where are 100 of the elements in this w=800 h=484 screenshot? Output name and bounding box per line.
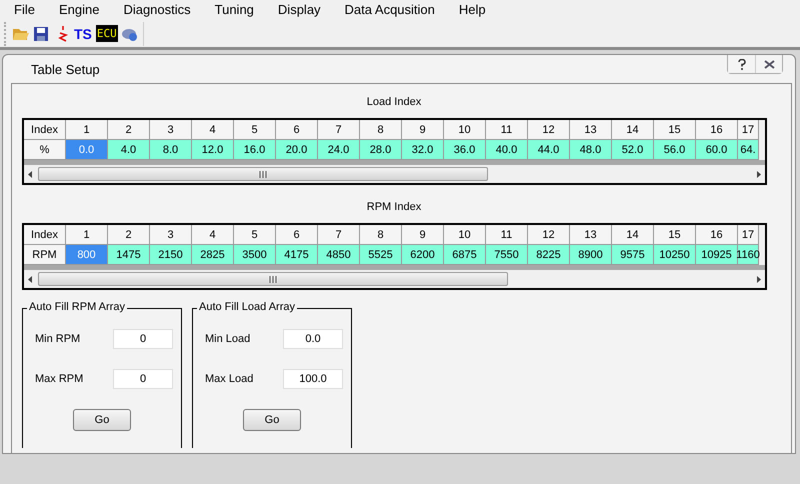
header-cell: 11: [486, 120, 528, 140]
field-label: Max RPM: [35, 373, 84, 385]
header-cell: 7: [318, 225, 360, 245]
value-cell[interactable]: 6875: [444, 245, 486, 265]
value-cell[interactable]: 8225: [528, 245, 570, 265]
header-cell: 6: [276, 120, 318, 140]
header-cell: 8: [360, 225, 402, 245]
header-cell: 4: [192, 120, 234, 140]
group-title: Auto Fill RPM Array: [27, 301, 127, 313]
field-label: Min Load: [205, 333, 252, 345]
scroll-right-icon[interactable]: [757, 276, 761, 282]
header-cell: 9: [402, 225, 444, 245]
menu-item[interactable]: Data Acqusition: [336, 0, 443, 20]
input-field[interactable]: 0.0: [283, 329, 343, 349]
header-cell: 15: [654, 120, 696, 140]
go-button[interactable]: Go: [243, 409, 301, 431]
header-cell: 3: [150, 225, 192, 245]
help-icon: [738, 58, 746, 70]
menu-item[interactable]: Help: [450, 0, 494, 20]
scroll-left-icon[interactable]: [28, 276, 32, 282]
value-cell[interactable]: 7550: [486, 245, 528, 265]
value-cell[interactable]: 1475: [108, 245, 150, 265]
header-cell: 14: [612, 120, 654, 140]
value-cell[interactable]: 4850: [318, 245, 360, 265]
header-cell: 13: [570, 225, 612, 245]
window-title: Table Setup: [31, 62, 100, 76]
go-button[interactable]: Go: [73, 409, 131, 431]
grip-icon: [259, 170, 267, 178]
header-cell: 2: [108, 120, 150, 140]
value-cell[interactable]: 5525: [360, 245, 402, 265]
value-cell[interactable]: 9575: [612, 245, 654, 265]
header-cell: 16: [696, 225, 738, 245]
value-cell[interactable]: 52.0: [612, 140, 654, 160]
value-cell[interactable]: 48.0: [570, 140, 612, 160]
header-cell: 8: [360, 120, 402, 140]
table-title: Load Index: [366, 96, 422, 110]
value-cell[interactable]: 2150: [150, 245, 192, 265]
header-cell: 4: [192, 225, 234, 245]
value-cell[interactable]: 16.0: [234, 140, 276, 160]
header-cell: 1: [66, 225, 108, 245]
header-cell: 13: [570, 120, 612, 140]
value-cell[interactable]: 4.0: [108, 140, 150, 160]
save-icon[interactable]: [33, 26, 49, 42]
menu-item[interactable]: Engine: [50, 0, 108, 20]
header-cell: 17: [738, 120, 759, 140]
table-title: RPM Index: [366, 201, 422, 215]
value-cell[interactable]: 12.0: [192, 140, 234, 160]
menu-item[interactable]: Diagnostics: [115, 0, 199, 20]
value-cell[interactable]: 32.0: [402, 140, 444, 160]
header-cell: 10: [444, 120, 486, 140]
row-label: RPM: [24, 245, 66, 265]
header-cell: 12: [528, 120, 570, 140]
value-cell[interactable]: 10925: [696, 245, 738, 265]
header-cell: 2: [108, 225, 150, 245]
value-cell[interactable]: 20.0: [276, 140, 318, 160]
ts-logo[interactable]: TS: [73, 26, 93, 42]
value-cell[interactable]: 8900: [570, 245, 612, 265]
input-field[interactable]: 0: [113, 369, 173, 389]
header-cell: 11: [486, 225, 528, 245]
value-cell[interactable]: 64.: [738, 140, 759, 160]
group-title: Auto Fill Load Array: [197, 301, 297, 313]
value-cell[interactable]: 6200: [402, 245, 444, 265]
value-cell[interactable]: 10250: [654, 245, 696, 265]
close-button[interactable]: [755, 55, 782, 73]
header-cell: 5: [234, 225, 276, 245]
header-cell: 1: [66, 120, 108, 140]
value-cell[interactable]: 8.0: [150, 140, 192, 160]
value-cell[interactable]: 44.0: [528, 140, 570, 160]
grip-icon: [269, 276, 277, 282]
ecu-logo[interactable]: ECU: [96, 25, 118, 42]
value-cell[interactable]: 1160: [738, 245, 759, 265]
header-cell: 5: [234, 120, 276, 140]
value-cell[interactable]: 60.0: [696, 140, 738, 160]
header-cell: 7: [318, 120, 360, 140]
field-label: Max Load: [205, 373, 254, 385]
menu-item[interactable]: File: [6, 0, 43, 20]
header-cell: 14: [612, 225, 654, 245]
value-cell[interactable]: 4175: [276, 245, 318, 265]
header-cell: 3: [150, 120, 192, 140]
value-cell[interactable]: 28.0: [360, 140, 402, 160]
input-field[interactable]: 100.0: [283, 369, 343, 389]
menu-item[interactable]: Tuning: [206, 0, 262, 20]
header-cell: 9: [402, 120, 444, 140]
menu-item[interactable]: Display: [270, 0, 329, 20]
header-cell: 10: [444, 225, 486, 245]
header-cell: 6: [276, 225, 318, 245]
value-cell[interactable]: 36.0: [444, 140, 486, 160]
row-label: %: [24, 140, 66, 160]
field-label: Min RPM: [35, 333, 82, 345]
value-cell[interactable]: 2825: [192, 245, 234, 265]
header-cell: Index: [24, 120, 66, 140]
input-field[interactable]: 0: [113, 329, 173, 349]
value-cell[interactable]: 40.0: [486, 140, 528, 160]
value-cell[interactable]: 24.0: [318, 140, 360, 160]
value-cell[interactable]: 56.0: [654, 140, 696, 160]
header-cell: 17: [738, 225, 759, 245]
scroll-left-icon[interactable]: [28, 170, 32, 178]
zigzag-icon[interactable]: [58, 24, 70, 42]
scroll-right-icon[interactable]: [757, 170, 761, 178]
value-cell[interactable]: 3500: [234, 245, 276, 265]
